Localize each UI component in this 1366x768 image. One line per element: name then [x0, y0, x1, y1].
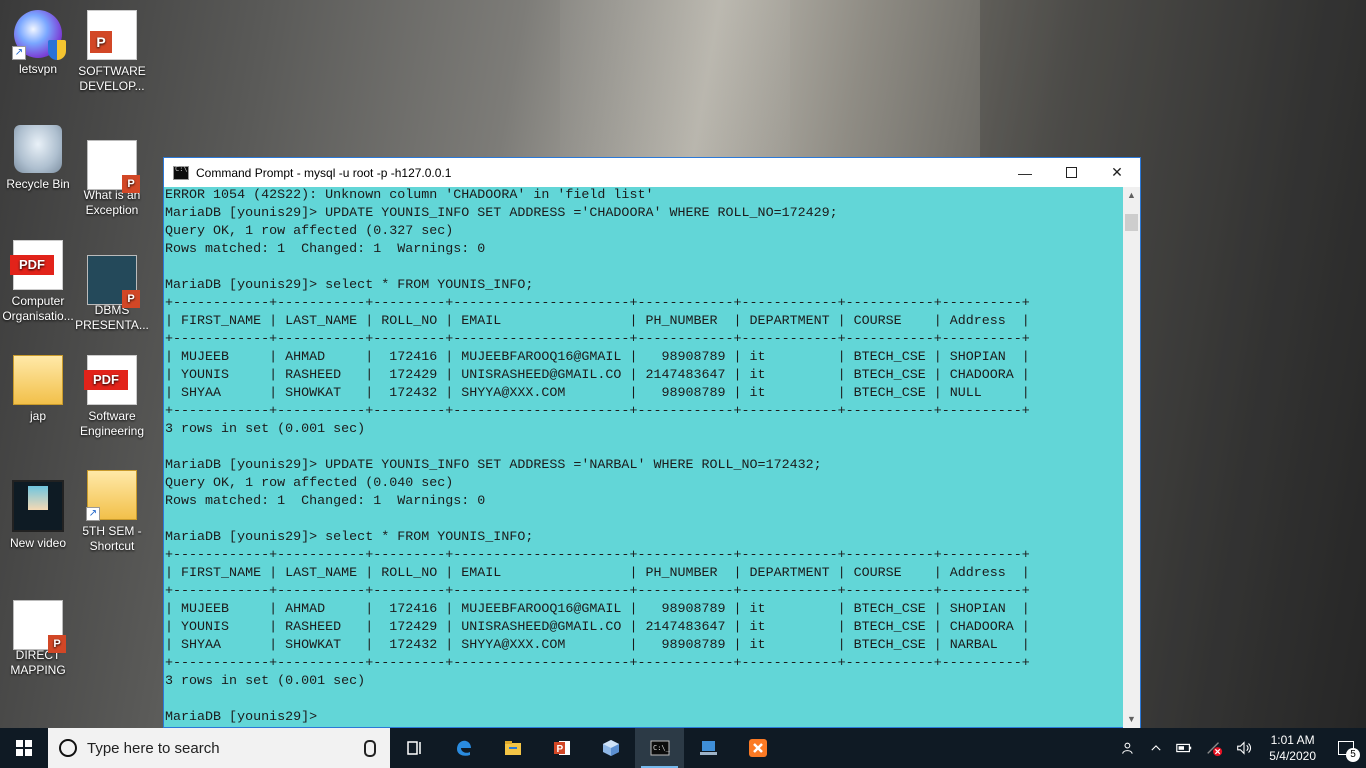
desktop-icon-label: Software Engineering: [79, 409, 145, 438]
microphone-icon[interactable]: [364, 739, 376, 757]
desktop-icon-new-video[interactable]: New video: [1, 480, 75, 551]
folder-icon: [13, 355, 63, 405]
folder-shortcut-icon: ↗: [86, 470, 137, 521]
powerpoint-icon: P: [553, 741, 570, 755]
network-button[interactable]: [1199, 728, 1229, 768]
desktop-icon-what-is-an-exception[interactable]: P What is an Exception: [75, 140, 149, 218]
desktop-icon-jap[interactable]: jap: [1, 355, 75, 424]
search-placeholder: Type here to search: [87, 739, 220, 757]
vertical-scrollbar[interactable]: ▲ ▼: [1123, 187, 1140, 728]
desktop-icon-label: Recycle Bin: [6, 177, 70, 191]
clock-date: 5/4/2020: [1269, 749, 1316, 763]
presentation-file-icon: P: [13, 600, 66, 653]
desktop-icon-recycle-bin[interactable]: Recycle Bin: [1, 125, 75, 192]
command-prompt-icon: [173, 165, 189, 180]
desktop-icon-software-engineering[interactable]: PDF Software Engineering: [75, 355, 149, 439]
task-view-button[interactable]: [390, 728, 439, 768]
taskbar-search-box[interactable]: Type here to search: [48, 728, 390, 768]
desktop-icon-label: jap: [29, 409, 46, 423]
powerpoint-file-icon: P: [87, 10, 137, 60]
command-prompt-window[interactable]: Command Prompt - mysql -u root -p -h127.…: [163, 157, 1141, 728]
windows-logo-icon: [16, 740, 32, 756]
people-icon: [1122, 742, 1133, 754]
start-button[interactable]: [0, 728, 48, 768]
volume-icon: [1237, 741, 1252, 755]
notification-count: 5: [1346, 748, 1360, 762]
xampp-button[interactable]: [733, 728, 782, 768]
clock-time: 1:01 AM: [1270, 733, 1315, 747]
close-button[interactable]: ✕: [1094, 158, 1140, 187]
desktop-icon-direct-mapping[interactable]: P DIRECT MAPPING: [1, 600, 75, 678]
desktop-icon-label: 5TH SEM - Shortcut: [82, 524, 142, 553]
powerpoint-button[interactable]: P: [537, 728, 586, 768]
presentation-file-icon: P: [87, 140, 140, 193]
recycle-bin-icon: [14, 125, 62, 173]
window-titlebar[interactable]: Command Prompt - mysql -u root -p -h127.…: [164, 158, 1140, 187]
action-center-button[interactable]: 5: [1326, 728, 1366, 768]
minimize-button[interactable]: —: [1002, 158, 1048, 187]
system-tray: 1:01 AM 5/4/2020 5: [1115, 728, 1366, 768]
taskbar-clock[interactable]: 1:01 AM 5/4/2020: [1259, 732, 1326, 764]
svg-text:P: P: [556, 744, 563, 755]
taskbar: Type here to search P C:\_ 1:01 AM 5/4/2…: [0, 728, 1366, 768]
pdf-file-icon: PDF: [10, 240, 63, 290]
desktop-icon-label: SOFTWARE DEVELOP...: [78, 64, 146, 93]
window-title: Command Prompt - mysql -u root -p -h127.…: [196, 165, 452, 180]
console-output[interactable]: ERROR 1054 (42S22): Unknown column 'CHAD…: [164, 187, 1124, 728]
desktop-icon-letsvpn[interactable]: ↗ letsvpn: [1, 10, 75, 77]
edge-button[interactable]: [439, 728, 488, 768]
desktop-icon-label: Computer Organisatio...: [2, 294, 74, 323]
desktop-icon-computer-organisation[interactable]: PDF Computer Organisatio...: [1, 240, 75, 324]
scroll-down-icon[interactable]: ▼: [1123, 711, 1140, 728]
scrollbar-thumb[interactable]: [1125, 214, 1138, 231]
desktop-icon-software-develop[interactable]: P SOFTWARE DEVELOP...: [75, 10, 149, 94]
desktop-icon-label: letsvpn: [18, 62, 58, 76]
people-button[interactable]: [1115, 728, 1143, 768]
desktop-icon-5th-sem-shortcut[interactable]: ↗ 5TH SEM - Shortcut: [75, 470, 149, 554]
pdf-file-icon: PDF: [84, 355, 137, 405]
file-explorer-button[interactable]: [488, 728, 537, 768]
task-view-icon: [406, 741, 421, 755]
vpn-icon: ↗: [12, 10, 66, 60]
network-disconnected-icon: [1207, 742, 1223, 757]
console-text: ERROR 1054 (42S22): Unknown column 'CHAD…: [165, 188, 1030, 725]
show-hidden-icons-button[interactable]: [1143, 728, 1169, 768]
command-prompt-taskbar-button[interactable]: C:\_: [635, 728, 684, 768]
command-prompt-icon: C:\_: [650, 740, 670, 756]
battery-button[interactable]: [1169, 728, 1199, 768]
edge-icon: [456, 740, 471, 756]
xampp-icon: [748, 739, 767, 757]
presentation-file-icon: P: [87, 255, 140, 308]
connect-button[interactable]: [684, 728, 733, 768]
3d-viewer-icon: [602, 740, 619, 756]
volume-button[interactable]: [1229, 728, 1259, 768]
maximize-icon: [1065, 167, 1077, 178]
chevron-up-icon: [1151, 745, 1161, 751]
maximize-button[interactable]: [1048, 158, 1094, 187]
svg-text:C:\_: C:\_: [653, 744, 670, 752]
file-explorer-icon: [504, 741, 521, 755]
battery-icon: [1176, 743, 1192, 753]
desktop-icon-label: New video: [9, 536, 67, 550]
desktop-icon-dbms-presentation[interactable]: P DBMS PRESENTA...: [75, 255, 149, 333]
search-icon: [59, 739, 77, 757]
connect-icon: [699, 741, 717, 755]
3d-viewer-button[interactable]: [586, 728, 635, 768]
scroll-up-icon[interactable]: ▲: [1123, 187, 1140, 204]
video-file-icon: [12, 480, 64, 532]
